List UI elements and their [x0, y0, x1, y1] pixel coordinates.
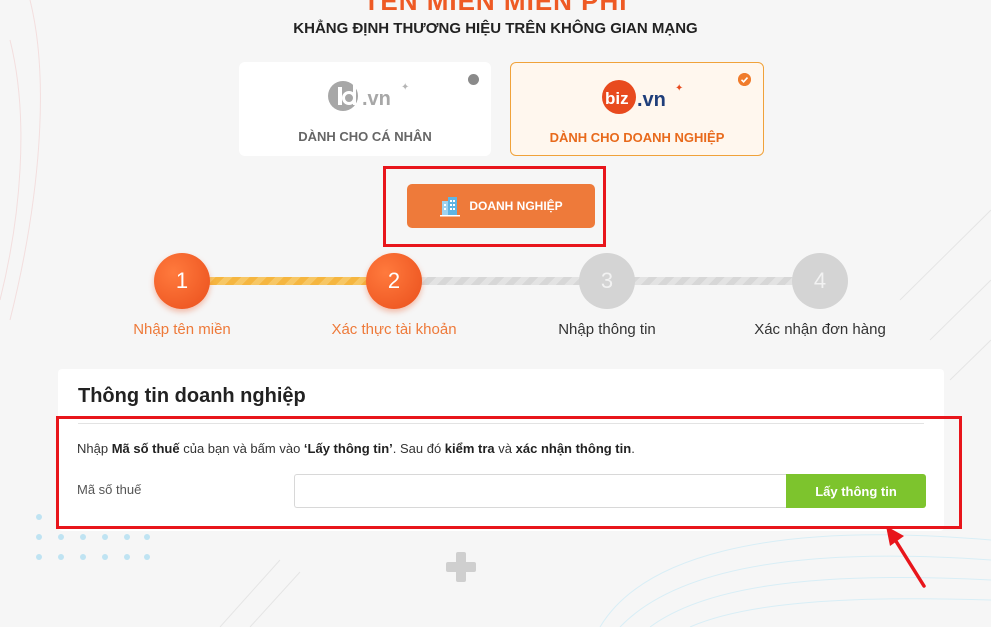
- progress-track-completed: [182, 277, 394, 285]
- step-4-label: Xác nhận đơn hàng: [754, 321, 886, 338]
- card-business-label: DÀNH CHO DOANH NGHIỆP: [549, 130, 725, 145]
- step-4-circle: 4: [792, 253, 848, 309]
- step-3-circle: 3: [579, 253, 635, 309]
- card-personal-label: DÀNH CHO CÁ NHÂN: [298, 129, 432, 144]
- svg-text:✦: ✦: [401, 82, 409, 93]
- check-selected-icon[interactable]: [738, 73, 751, 86]
- page-subtitle: KHẲNG ĐỊNH THƯƠNG HIỆU TRÊN KHÔNG GIAN M…: [293, 20, 698, 37]
- svg-text:biz: biz: [605, 89, 629, 108]
- card-personal[interactable]: .vn ✦ DÀNH CHO CÁ NHÂN: [239, 62, 491, 156]
- building-icon: [440, 197, 461, 217]
- step-2-circle: 2: [366, 253, 422, 309]
- card-business[interactable]: biz .vn ✦ DÀNH CHO DOANH NGHIỆP: [510, 62, 764, 156]
- biz-vn-logo: biz .vn ✦: [602, 80, 683, 114]
- highlight-box-tax-form: [56, 416, 962, 529]
- red-arrow-annotation-icon: [886, 526, 926, 588]
- step-1-circle: 1: [154, 253, 210, 309]
- step-2-label: Xác thực tài khoản: [331, 321, 457, 338]
- radio-unselected-icon[interactable]: [468, 74, 479, 85]
- business-button[interactable]: DOANH NGHIỆP: [407, 184, 595, 228]
- page-title-cut: TÊN MIỀN MIỄN PHÍ: [363, 0, 628, 16]
- business-button-label: DOANH NGHIỆP: [469, 199, 563, 213]
- panel-title: Thông tin doanh nghiệp: [78, 385, 306, 407]
- svg-text:.vn: .vn: [637, 89, 666, 111]
- svg-text:✦: ✦: [675, 83, 683, 94]
- plus-decoration-icon: [446, 552, 476, 582]
- svg-text:.vn: .vn: [362, 88, 391, 110]
- id-vn-logo: .vn ✦: [328, 81, 409, 111]
- step-3-label: Nhập thông tin: [558, 321, 656, 338]
- step-1-label: Nhập tên miền: [133, 321, 231, 338]
